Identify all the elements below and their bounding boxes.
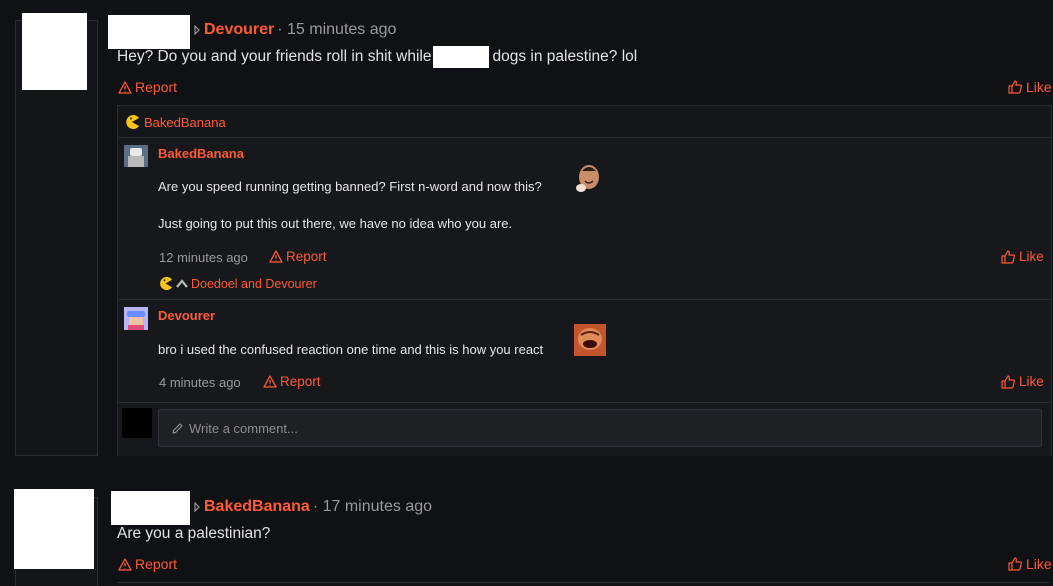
warning-icon (118, 80, 132, 94)
reply2: Devourer bro i used the confused reactio… (118, 299, 1051, 403)
post1-author[interactable]: Devourer (204, 21, 274, 39)
reply1-report-label: Report (286, 249, 327, 264)
post2-report-button[interactable]: Report (118, 555, 177, 573)
post1-text: Hey? Do you and your friends roll in shi… (117, 46, 638, 68)
post1-avatar[interactable] (22, 13, 87, 90)
reply1-line2: Just going to put this out there, we hav… (158, 216, 513, 231)
reply1-time: 12 minutes ago (159, 250, 248, 265)
reply2-like-label: Like (1019, 374, 1044, 389)
reply2-author[interactable]: Devourer (158, 308, 215, 323)
reply2-text: bro i used the confused reaction one tim… (158, 342, 544, 357)
reply1-like-button[interactable]: Like (1001, 249, 1044, 264)
warning-icon (118, 557, 132, 571)
reply1-line1: Are you speed running getting banned? Fi… (158, 179, 542, 194)
reply1-like-label: Like (1019, 249, 1044, 264)
post2-like-label: Like (1026, 556, 1052, 572)
reply2-report-label: Report (280, 374, 321, 389)
post2-header: BakedBanana · 17 minutes ago (193, 498, 432, 516)
post1-redacted-name (108, 15, 190, 49)
post2-redacted-name (111, 491, 190, 525)
reply2-time: 4 minutes ago (159, 375, 241, 390)
post1-like-label: Like (1026, 79, 1052, 95)
current-user-avatar (122, 408, 152, 438)
post1-redacted-word (433, 46, 490, 68)
post1-report-button[interactable]: Report (118, 78, 177, 96)
thumbs-up-icon (1001, 374, 1015, 389)
post2-author[interactable]: BakedBanana (204, 498, 310, 516)
post2-time: · 17 minutes ago (312, 498, 433, 515)
post1-time: · 15 minutes ago (277, 21, 397, 38)
laughing-emoji-icon (574, 164, 602, 194)
reply2-like-button[interactable]: Like (1001, 374, 1044, 389)
thumbs-up-icon (1008, 80, 1022, 94)
post1-report-label: Report (135, 79, 178, 95)
chevron-up-reaction-icon (175, 277, 189, 291)
reply1-reactions[interactable]: Doedoel and Devourer (158, 276, 317, 291)
pacman-reaction-icon (158, 276, 173, 291)
post1-text-before: Hey? Do you and your friends roll in shi… (117, 48, 432, 65)
post2-report-label: Report (135, 556, 178, 572)
thumbs-up-icon (1001, 249, 1015, 264)
post2-panel-edge (117, 582, 1050, 586)
post1-header: Devourer · 15 minutes ago (193, 21, 396, 39)
caret-right-icon (193, 25, 201, 35)
reply1-reactions-text[interactable]: Doedoel and Devourer (191, 277, 317, 291)
reaction-bar-name[interactable]: BakedBanana (144, 115, 226, 130)
post2-text: Are you a palestinian? (117, 525, 271, 542)
warning-icon (263, 375, 277, 388)
post1-like-button[interactable]: Like (1008, 78, 1052, 96)
pacman-reaction-icon (124, 114, 140, 130)
laughing-face-emoji-icon (574, 324, 606, 356)
thumbs-up-icon (1008, 557, 1022, 571)
reply1-report-button[interactable]: Report (269, 249, 327, 264)
reply2-avatar[interactable] (124, 307, 148, 330)
comments-panel: BakedBanana BakedBanana Are you speed ru… (117, 105, 1052, 456)
post1-text-after: dogs in palestine? lol (492, 48, 638, 65)
comment-input-placeholder: Write a comment... (189, 420, 298, 436)
reaction-bar[interactable]: BakedBanana (124, 112, 226, 132)
post2-like-button[interactable]: Like (1008, 555, 1052, 573)
pencil-icon (171, 422, 184, 435)
reply1-author[interactable]: BakedBanana (158, 146, 244, 161)
reply1: BakedBanana Are you speed running gettin… (118, 137, 1051, 298)
reply2-report-button[interactable]: Report (263, 374, 321, 389)
comment-area: Write a comment... (118, 402, 1051, 456)
post2-avatar[interactable] (14, 489, 94, 569)
comment-input[interactable]: Write a comment... (158, 409, 1042, 447)
caret-right-icon (193, 502, 201, 512)
warning-icon (269, 250, 283, 263)
reply1-avatar[interactable] (124, 145, 148, 167)
